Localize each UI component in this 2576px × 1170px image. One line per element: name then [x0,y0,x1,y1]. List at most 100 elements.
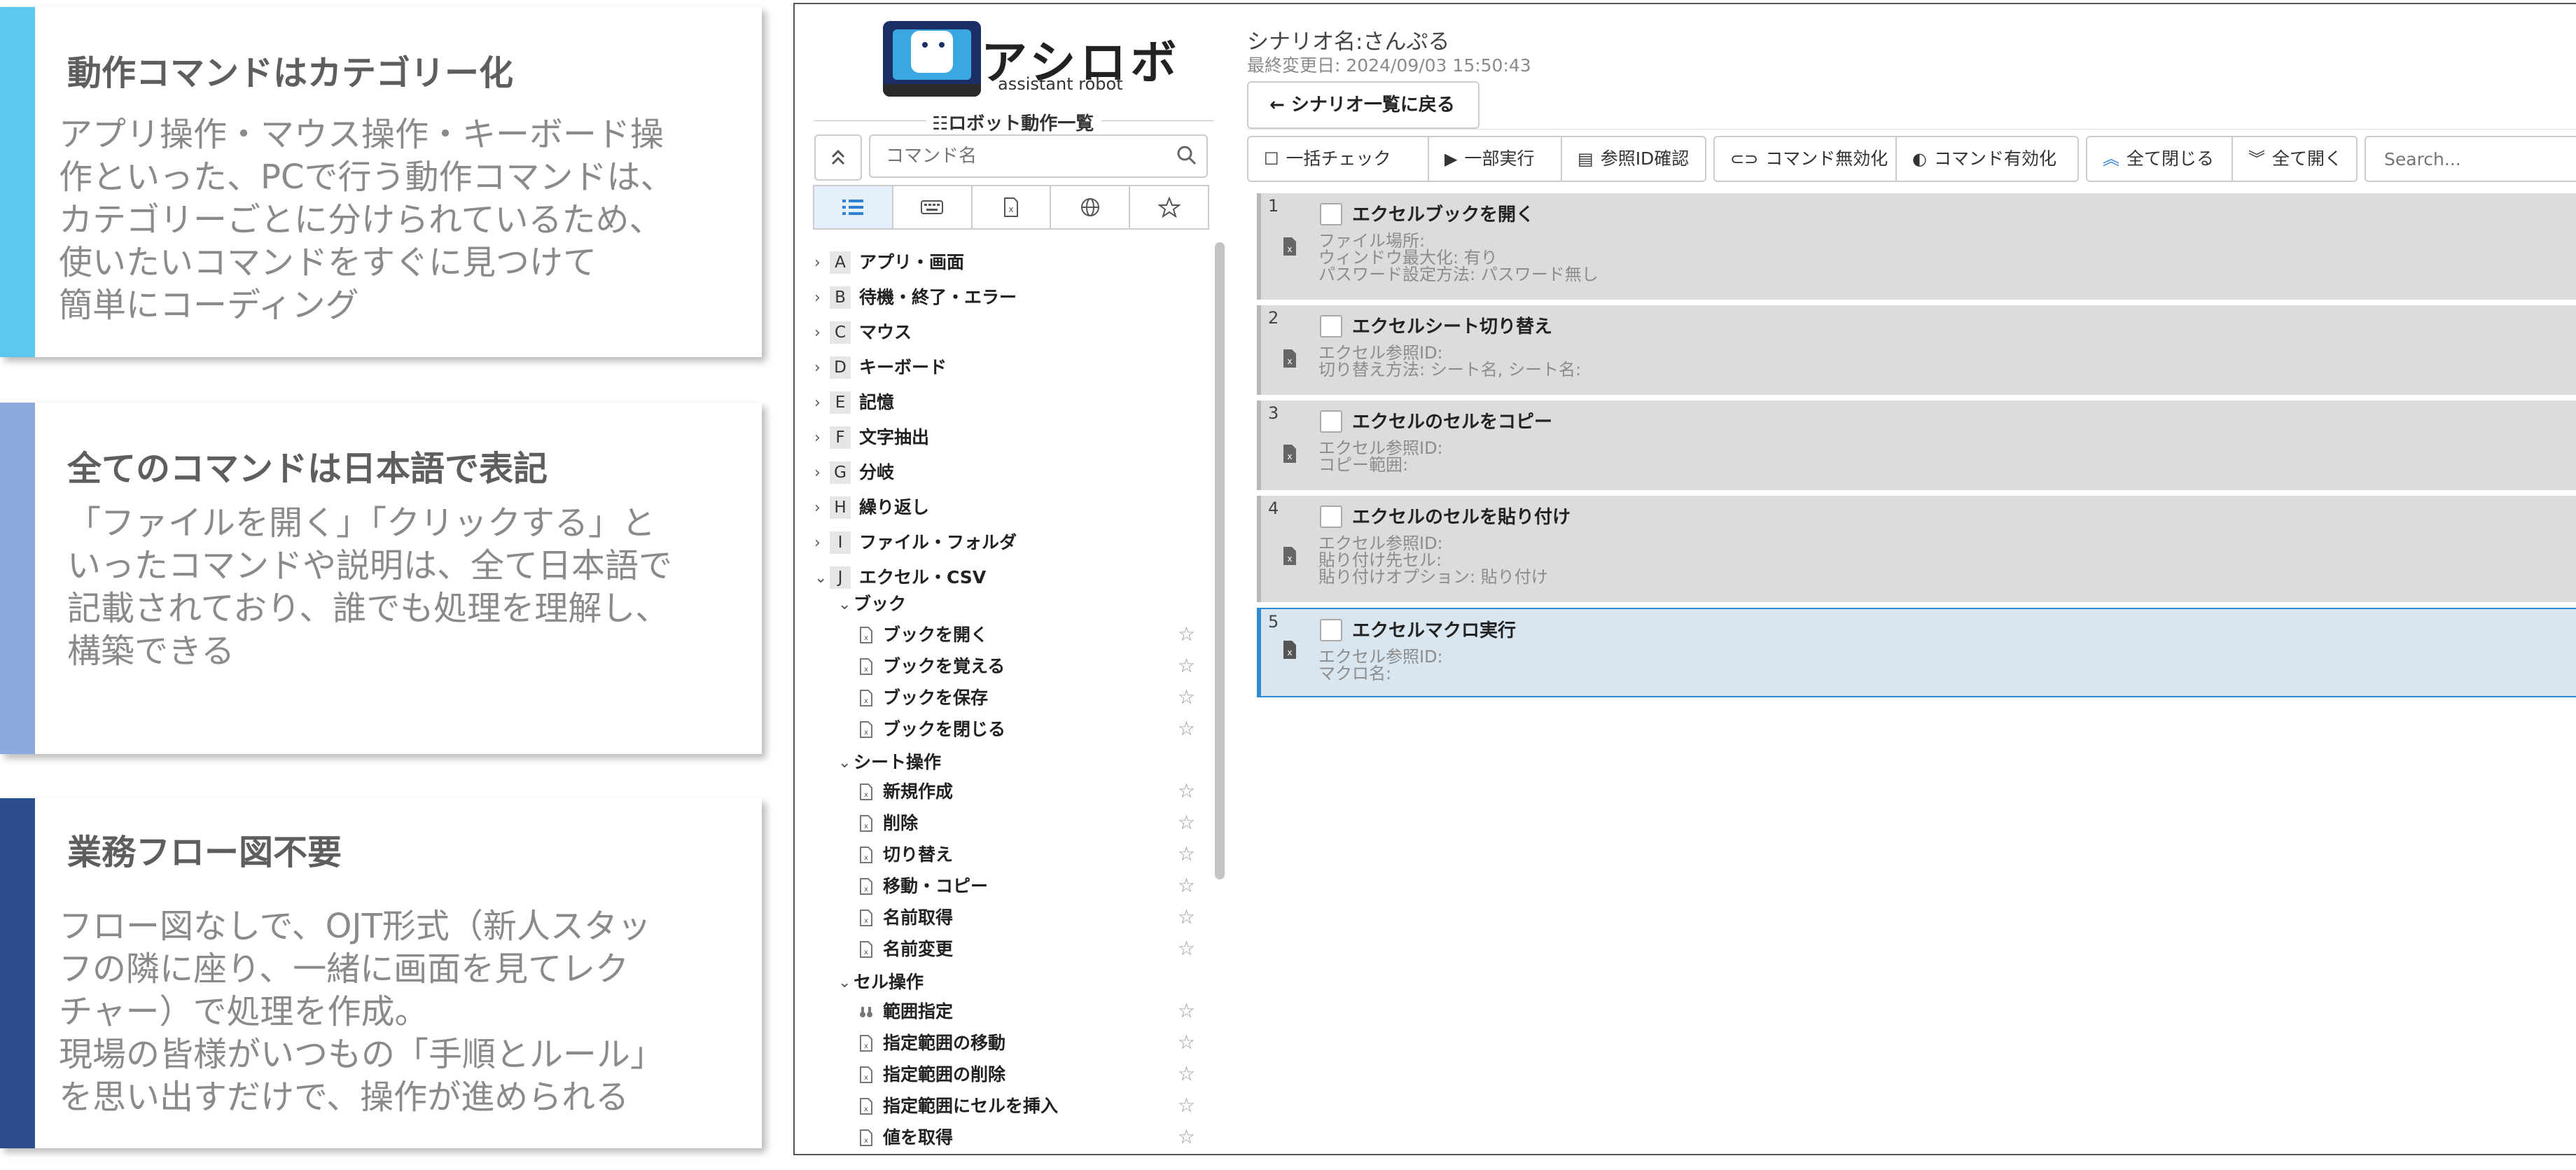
play-icon: ▶ [1444,149,1458,169]
excel-file-icon: x [860,784,872,800]
command-checkbox[interactable] [1320,506,1342,528]
command-checkbox[interactable] [1320,619,1342,641]
excel-file-icon: x [860,815,872,832]
category-item[interactable]: › F 文字抽出 [814,422,929,452]
star-icon[interactable]: ☆ [1178,619,1195,650]
command-item[interactable]: x ブックを保存 ☆ [859,682,1195,713]
category-item[interactable]: › E 記憶 [814,386,894,417]
command-item[interactable]: x ブックを覚える ☆ [859,650,1195,681]
star-icon[interactable]: ☆ [1178,1059,1195,1089]
excel-file-icon: x [860,1066,872,1083]
command-item[interactable]: x 値を取得 ☆ [859,1122,1195,1151]
category-item[interactable]: › H 繰り返し [814,492,929,522]
ref-id-check-button[interactable]: ▤ 参照ID確認 [1561,136,1706,182]
toolbar: ☐ 一括チェック ▶ 一部実行 ▤ 参照ID確認 ⊂⊃ コマンド無効化 ◐ コマンド有効化… [1247,136,2576,183]
card-accent-bar [0,798,35,1148]
command-item[interactable]: x ブックを閉じる ☆ [859,713,1195,744]
divider [1247,129,2576,130]
subgroup-book[interactable]: ⌄ ブック [838,588,906,619]
excel-file-icon: x [860,910,872,926]
excel-file-icon: x [860,878,872,895]
command-block-selected[interactable]: 5 エクセルマクロ実行 x エクセル参照ID: マクロ名: [1257,608,2576,697]
star-icon[interactable]: ☆ [1178,933,1195,964]
command-item[interactable]: 範囲指定 ☆ [859,996,1195,1026]
scenario-search-input[interactable] [2365,136,2576,182]
star-icon[interactable]: ☆ [1178,996,1195,1026]
command-item[interactable]: x 指定範囲にセルを挿入 ☆ [859,1090,1195,1121]
command-tree: › A アプリ・画面 › B 待機・終了・エラー › C マウス › D キーボード › E 記憶 … [814,241,1215,1151]
tab-favorites[interactable] [1129,185,1209,230]
tab-keyboard[interactable] [891,185,973,230]
star-icon[interactable]: ☆ [1178,713,1195,744]
svg-text:x: x [1287,648,1292,657]
card-accent-bar [0,7,35,357]
excel-file-icon: x [1283,237,1296,256]
enable-command-button[interactable]: ◐ コマンド有効化 [1895,136,2079,182]
collapse-all-button[interactable]: ︽ 全て閉じる [2086,136,2233,182]
star-icon[interactable]: ☆ [1178,902,1195,933]
star-icon[interactable]: ☆ [1178,1027,1195,1058]
excel-file-icon: x [860,690,872,706]
star-icon[interactable]: ☆ [1178,650,1195,681]
card-title: 動作コマンドはカテゴリー化 [67,53,514,93]
command-item[interactable]: x 名前変更 ☆ [859,933,1195,964]
star-icon[interactable]: ☆ [1178,839,1195,870]
star-icon[interactable]: ☆ [1178,1122,1195,1151]
command-block[interactable]: 1 エクセルブックを開く x ファイル場所: ウィンドウ最大化: 有り パスワー… [1257,193,2576,300]
command-item[interactable]: x 新規作成 ☆ [859,776,1195,807]
chevron-down-icon: ⌄ [814,569,828,587]
sidebar-scrollbar[interactable] [1215,242,1225,879]
svg-text:x: x [1287,452,1292,461]
tab-web[interactable] [1050,185,1131,230]
svg-text:x: x [1287,244,1292,254]
disable-command-button[interactable]: ⊂⊃ コマンド無効化 [1713,136,1897,182]
command-block[interactable]: 4 エクセルのセルを貼り付け x エクセル参照ID: 貼り付け先セル: 貼り付け… [1257,496,2576,602]
star-icon[interactable]: ☆ [1178,682,1195,713]
chevron-right-icon: › [814,429,821,447]
excel-file-icon: x [1283,349,1296,368]
svg-text:x: x [864,949,868,956]
expand-all-button[interactable]: ︾ 全て開く [2232,136,2358,182]
svg-text:x: x [1287,554,1292,564]
back-to-scenarios-button[interactable]: ← シナリオ一覧に戻る [1247,81,1480,129]
command-checkbox[interactable] [1320,315,1342,337]
command-item[interactable]: x 切り替え ☆ [859,839,1195,870]
category-item[interactable]: › D キーボード [814,351,947,382]
command-item[interactable]: x 名前取得 ☆ [859,902,1195,933]
command-item[interactable]: x 移動・コピー ☆ [859,870,1195,901]
star-icon[interactable]: ☆ [1178,807,1195,838]
tab-list[interactable] [813,185,893,230]
svg-text:x: x [864,886,868,893]
subgroup-cell[interactable]: ⌄ セル操作 [838,966,924,997]
partial-run-button[interactable]: ▶ 一部実行 [1428,136,1562,182]
star-icon[interactable]: ☆ [1178,776,1195,807]
category-item[interactable]: › A アプリ・画面 [814,246,964,277]
command-block[interactable]: 2 エクセルシート切り替え x エクセル参照ID: 切り替え方法: シート名, … [1257,305,2576,395]
star-icon[interactable]: ☆ [1178,1090,1195,1121]
svg-text:x: x [864,1137,868,1145]
logo-subtitle: assistant robot [998,74,1123,94]
chevron-right-icon: › [814,289,821,307]
category-item[interactable]: › C マウス [814,316,912,347]
excel-file-icon: x [860,721,872,738]
command-item[interactable]: x 指定範囲の削除 ☆ [859,1059,1195,1089]
collapse-up-button[interactable] [814,134,862,181]
card-accent-bar [0,403,35,754]
command-search-input[interactable] [869,134,1208,178]
search-icon[interactable] [1173,141,1201,169]
svg-text:x: x [864,666,868,674]
svg-text:x: x [864,729,868,737]
star-icon[interactable]: ☆ [1178,870,1195,901]
command-checkbox[interactable] [1320,203,1342,225]
command-item[interactable]: x 指定範囲の移動 ☆ [859,1027,1195,1058]
command-checkbox[interactable] [1320,410,1342,433]
category-item[interactable]: › B 待機・終了・エラー [814,281,1017,312]
command-item[interactable]: x 削除 ☆ [859,807,1195,838]
category-item[interactable]: › I ファイル・フォルダ [814,527,1017,557]
command-block[interactable]: 3 エクセルのセルをコピー x エクセル参照ID: コピー範囲: [1257,401,2576,490]
category-item[interactable]: › G 分岐 [814,457,894,487]
tab-excel[interactable]: x [970,185,1052,230]
subgroup-sheet[interactable]: ⌄ シート操作 [838,746,941,777]
command-item[interactable]: x ブックを開く ☆ [859,619,1195,650]
bulk-check-button[interactable]: ☐ 一括チェック [1247,136,1429,182]
